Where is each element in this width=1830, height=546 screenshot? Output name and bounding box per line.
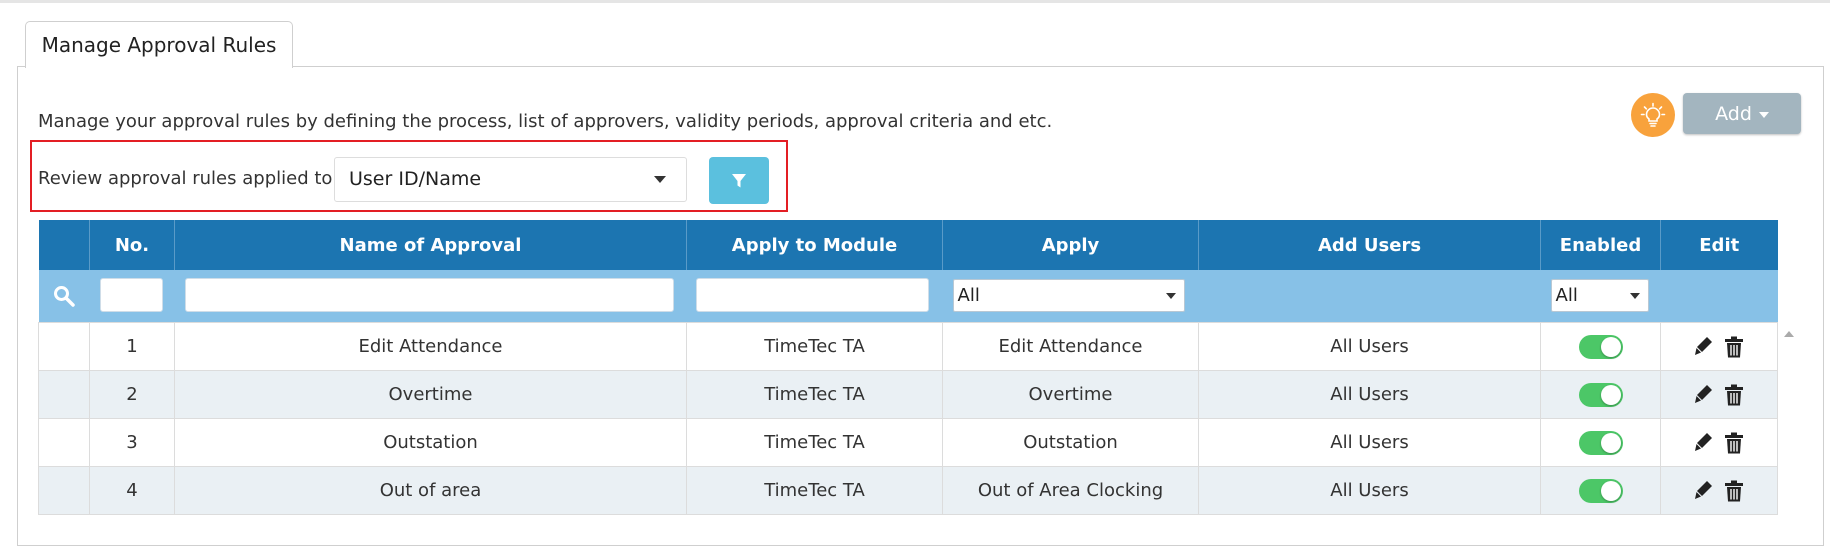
table-row: 4 Out of area TimeTec TA Out of Area Clo… [38,466,1778,515]
add-button-label: Add [1715,102,1752,125]
header-apply[interactable]: Apply [942,220,1199,270]
header-no[interactable]: No. [89,220,175,270]
approval-rules-table: No. Name of Approval Apply to Module App… [38,220,1778,515]
lightbulb-icon [1640,102,1666,127]
cell-name: Overtime [174,370,687,419]
enabled-filter-select[interactable]: All [1550,279,1649,312]
header-name-of-approval[interactable]: Name of Approval [174,220,687,270]
cell-users: All Users [1198,418,1541,467]
table-row: 3 Outstation TimeTec TA Outstation All U… [38,418,1778,467]
cell-no: 1 [89,322,175,371]
chevron-down-icon [654,176,666,183]
cell-module: TimeTec TA [686,418,943,467]
chevron-down-icon [1758,111,1769,118]
table-row: 2 Overtime TimeTec TA Overtime All Users [38,370,1778,419]
cell-users: All Users [1198,466,1541,515]
pencil-icon[interactable] [1694,336,1714,358]
cell-no: 3 [89,418,175,467]
filter-icon [732,173,746,187]
header-enabled[interactable]: Enabled [1540,220,1661,270]
review-select[interactable]: User ID/Name [334,157,687,202]
header-blank [38,220,90,270]
add-dropdown-button[interactable]: Add [1683,93,1801,134]
filter-button[interactable] [709,157,769,204]
table-header-row: No. Name of Approval Apply to Module App… [38,220,1778,270]
enabled-toggle[interactable] [1578,334,1623,359]
cell-name: Outstation [174,418,687,467]
cell-apply: Overtime [942,370,1199,419]
cell-no: 2 [89,370,175,419]
cell-module: TimeTec TA [686,322,943,371]
cell-name: Edit Attendance [174,322,687,371]
pencil-icon[interactable] [1694,432,1714,454]
top-border [0,0,1830,3]
pencil-icon[interactable] [1694,384,1714,406]
page-description: Manage your approval rules by defining t… [38,111,1053,132]
cell-module: TimeTec TA [686,370,943,419]
cell-apply: Edit Attendance [942,322,1199,371]
module-filter-input[interactable] [695,278,929,312]
enabled-filter-value: All [1555,285,1578,306]
enabled-toggle[interactable] [1578,478,1623,503]
tab-manage-approval-rules[interactable]: Manage Approval Rules [25,21,293,68]
filter-row: All All [38,270,1778,323]
cell-apply: Out of Area Clocking [942,466,1199,515]
trash-icon[interactable] [1724,432,1744,454]
review-select-value: User ID/Name [349,168,482,190]
no-filter-input[interactable] [99,278,163,312]
cell-apply: Outstation [942,418,1199,467]
cell-no: 4 [89,466,175,515]
search-icon [53,286,75,307]
name-filter-input[interactable] [184,278,674,312]
header-edit: Edit [1660,220,1778,270]
apply-filter-select[interactable]: All [952,279,1185,312]
enabled-toggle[interactable] [1578,382,1623,407]
trash-icon[interactable] [1724,480,1744,502]
trash-icon[interactable] [1724,336,1744,358]
apply-filter-value: All [957,285,980,306]
review-label: Review approval rules applied to [38,168,333,189]
tip-button[interactable] [1631,93,1675,137]
cell-users: All Users [1198,370,1541,419]
chevron-down-icon [1629,293,1640,299]
pencil-icon[interactable] [1694,480,1714,502]
cell-users: All Users [1198,322,1541,371]
cell-name: Out of area [174,466,687,515]
header-apply-to-module[interactable]: Apply to Module [686,220,943,270]
table-row: 1 Edit Attendance TimeTec TA Edit Attend… [38,322,1778,371]
header-add-users[interactable]: Add Users [1198,220,1541,270]
trash-icon[interactable] [1724,384,1744,406]
cell-module: TimeTec TA [686,466,943,515]
chevron-down-icon [1165,293,1176,299]
enabled-toggle[interactable] [1578,430,1623,455]
scroll-up-arrow-icon[interactable] [1784,331,1794,337]
